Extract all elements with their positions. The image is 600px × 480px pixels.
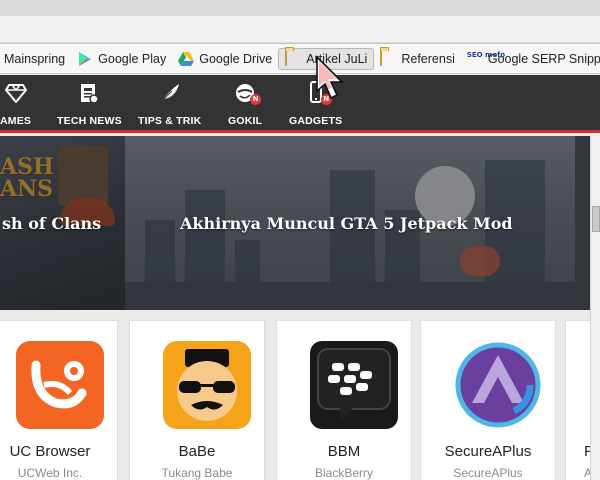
folder-icon <box>380 49 396 67</box>
slide-clash-of-clans[interactable]: ASH ANS sh of Clans <box>0 136 125 310</box>
nav-gokil-label: GOKIL <box>228 115 263 127</box>
bookmark-folder-referensi-label: Referensi <box>401 51 455 66</box>
app-card-uc-browser[interactable]: UC Browser UCWeb Inc. <box>0 320 118 480</box>
app-card-bbm[interactable]: BBM BlackBerry <box>276 320 412 480</box>
site-navigation: AMES TECH NEWS TIPS & TRIK N GOKIL N GAD… <box>0 75 600 133</box>
bbm-icon <box>310 341 398 429</box>
mouse-cursor-icon <box>316 55 344 100</box>
nav-tech-news-label: TECH NEWS <box>57 115 122 127</box>
google-drive-icon <box>178 51 195 67</box>
address-bar[interactable] <box>0 16 600 42</box>
nav-tips-trik-label: TIPS & TRIK <box>138 115 202 127</box>
newspaper-icon <box>74 81 104 105</box>
app-developer: BlackBerry <box>314 466 373 480</box>
app-developer: SecureAPlus <box>453 466 523 480</box>
nav-gadgets-label: GADGETS <box>289 115 343 127</box>
slide-gta-jetpack-title: Akhirnya Muncul GTA 5 Jetpack Mod <box>180 214 513 233</box>
nav-games[interactable]: AMES <box>0 81 31 127</box>
nav-tips-trik[interactable]: TIPS & TRIK <box>138 81 201 127</box>
app-card-secureaplus[interactable]: SecureAPlus SecureAPlus <box>420 320 556 480</box>
slide-gta-jetpack[interactable]: Akhirnya Muncul GTA 5 Jetpack Mod <box>125 136 575 310</box>
diamond-icon <box>1 81 31 105</box>
bookmark-google-drive-label: Google Drive <box>199 51 273 66</box>
bookmark-mainspring[interactable]: Mainspring <box>0 47 71 71</box>
bookmark-google-drive[interactable]: Google Drive <box>172 47 278 71</box>
bookmark-google-play[interactable]: Google Play <box>71 47 172 71</box>
bookmarks-bar: Mainspring Google Play Google Drive Arti… <box>0 44 600 74</box>
app-card-babe[interactable]: BaBe Tukang Babe <box>129 320 265 480</box>
folder-icon <box>285 49 301 67</box>
page-scrollbar[interactable] <box>590 136 600 480</box>
nav-games-label: AMES <box>0 115 32 127</box>
nav-gokil[interactable]: N GOKIL <box>228 81 262 127</box>
seo-mofo-icon: SEO mofo <box>466 50 506 59</box>
babe-icon <box>163 341 251 429</box>
gokil-new-badge: N <box>250 94 262 105</box>
app-name: UC Browser <box>9 443 91 460</box>
uc-browser-icon <box>16 341 104 429</box>
browser-toolbar <box>0 0 600 44</box>
troll-face-icon: N <box>230 81 262 105</box>
app-developer: Tukang Babe <box>161 466 233 480</box>
slide-clash-of-clans-title: sh of Clans <box>2 214 102 233</box>
app-list: UC Browser UCWeb Inc. BaBe Tukang Babe B… <box>0 311 600 480</box>
nav-tech-news[interactable]: TECH NEWS <box>57 81 122 127</box>
app-name: BaBe <box>178 443 216 460</box>
google-play-icon <box>77 51 93 67</box>
bookmark-folder-referensi[interactable]: Referensi <box>374 47 461 71</box>
featured-slider: ASH ANS sh of Clans Akhirnya Muncul GTA … <box>0 136 600 310</box>
feather-icon <box>155 81 185 105</box>
app-name: BBM <box>327 443 361 460</box>
secureaplus-icon <box>454 341 542 429</box>
browser-window: Mainspring Google Play Google Drive Arti… <box>0 0 600 480</box>
bookmark-mainspring-label: Mainspring <box>4 51 66 66</box>
bookmark-google-play-label: Google Play <box>98 51 167 66</box>
app-developer: UCWeb Inc. <box>17 466 83 480</box>
app-name: SecureAPlus <box>444 443 532 460</box>
scrollbar-thumb[interactable] <box>592 206 600 232</box>
bookmark-google-serp[interactable]: SEO mofo Google SERP Snippe... <box>461 47 600 71</box>
